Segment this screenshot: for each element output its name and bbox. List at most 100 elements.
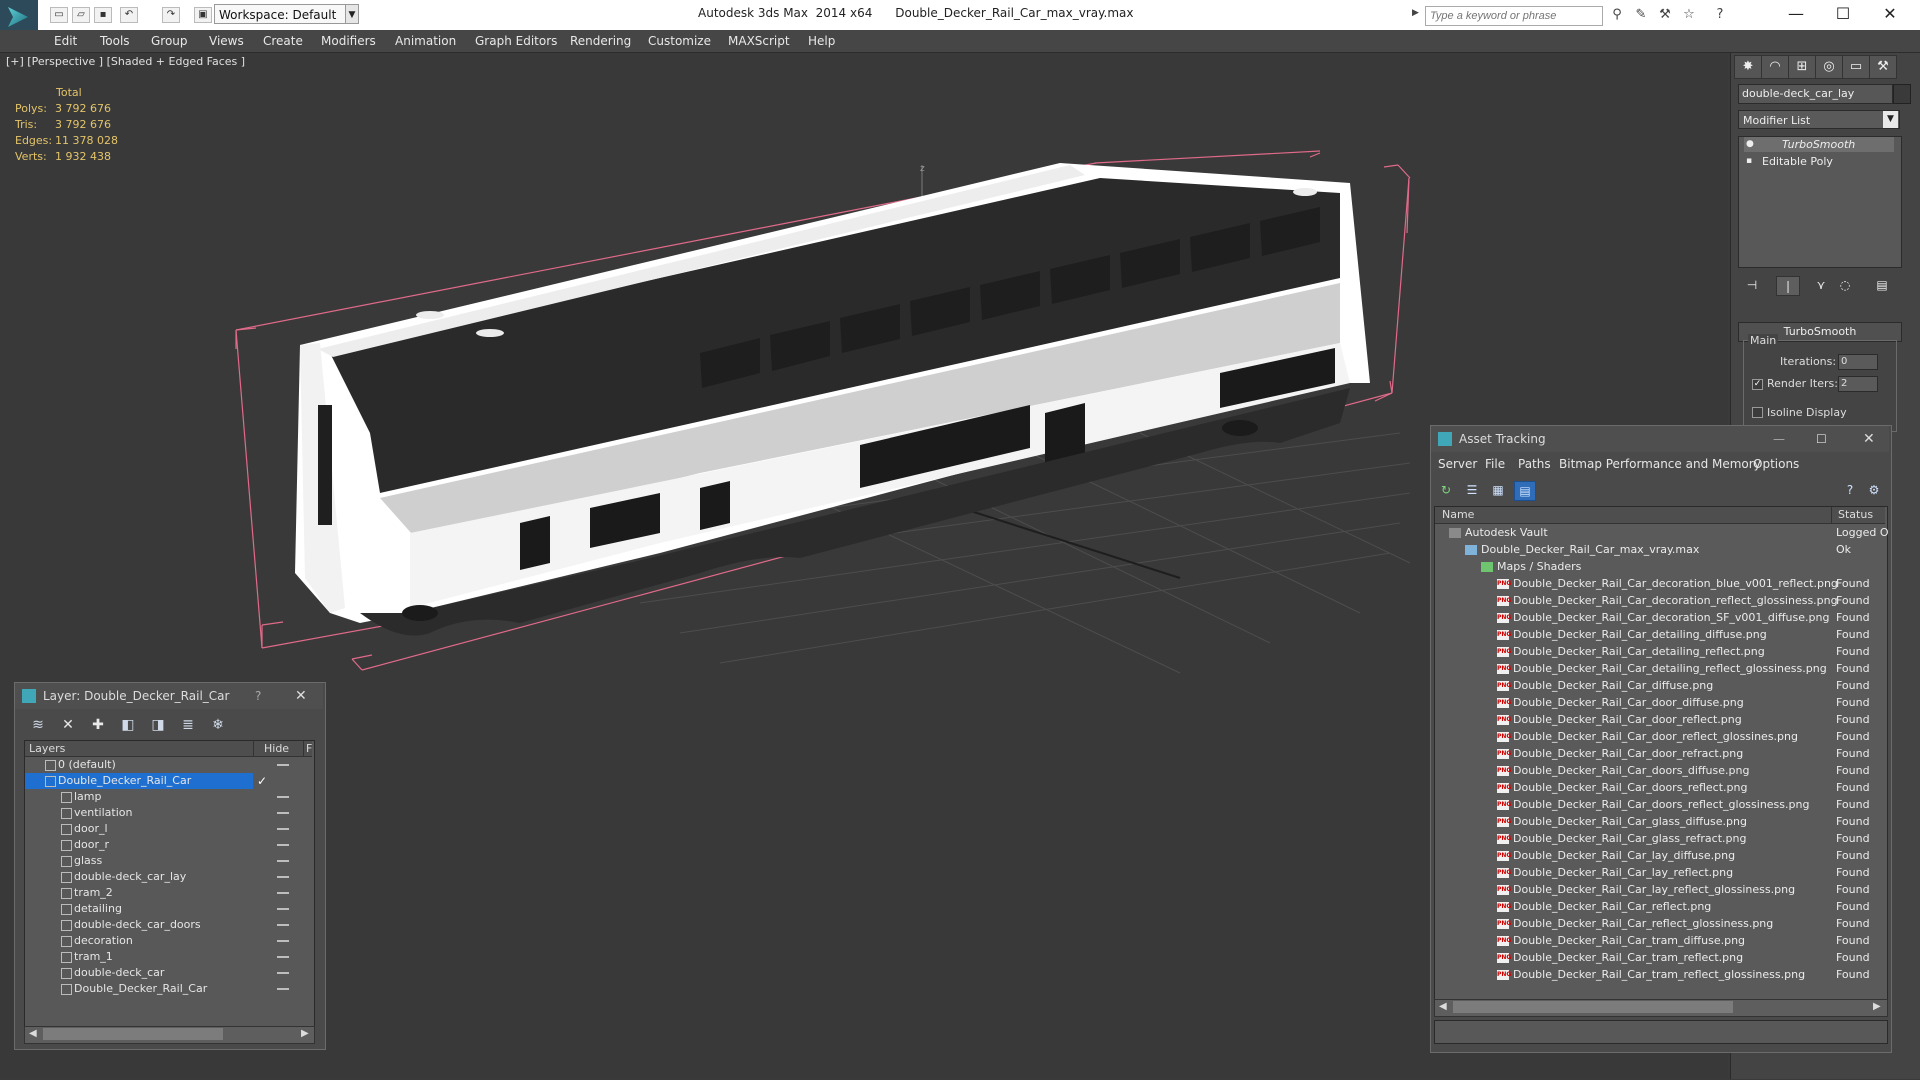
asset-row[interactable]: PNG Double_Decker_Rail_Car_reflect.png Fou… bbox=[1435, 898, 1885, 915]
asset-menu-paths[interactable]: Paths bbox=[1518, 457, 1551, 471]
add-to-layer-icon[interactable]: ✚ bbox=[87, 716, 109, 734]
layer-row[interactable]: double-deck_car bbox=[25, 965, 312, 981]
asset-row[interactable]: PNG Double_Decker_Rail_Car_lay_diffuse.pn… bbox=[1435, 847, 1885, 864]
chevron-down-icon[interactable]: ▼ bbox=[1883, 111, 1898, 128]
asset-menu-server[interactable]: Server bbox=[1438, 457, 1477, 471]
menu-maxscript[interactable]: MAXScript bbox=[728, 34, 790, 48]
iterations-spinner[interactable]: 0 bbox=[1838, 354, 1878, 370]
exchange-icon[interactable]: ⚒ bbox=[1657, 8, 1673, 22]
menu-create[interactable]: Create bbox=[263, 34, 303, 48]
freeze-all-layers-icon[interactable]: ❄ bbox=[207, 716, 229, 734]
create-tab-icon[interactable]: ✸ bbox=[1734, 55, 1762, 79]
layer-row[interactable]: Double_Decker_Rail_Car bbox=[25, 981, 312, 997]
menu-animation[interactable]: Animation bbox=[395, 34, 456, 48]
layer-row[interactable]: decoration bbox=[25, 933, 312, 949]
asset-row[interactable]: PNG Double_Decker_Rail_Car_lay_reflect_gl… bbox=[1435, 881, 1885, 898]
asset-row[interactable]: Double_Decker_Rail_Car_max_vray.max Ok bbox=[1435, 541, 1885, 558]
layer-row[interactable]: door_l bbox=[25, 821, 312, 837]
hide-toggle[interactable] bbox=[277, 956, 289, 958]
asset-row[interactable]: PNG Double_Decker_Rail_Car_doors_diffuse.… bbox=[1435, 762, 1885, 779]
undo-icon[interactable]: ↶ bbox=[120, 7, 138, 23]
modify-tab-icon[interactable]: ◠ bbox=[1761, 55, 1789, 79]
create-new-layer-icon[interactable]: ≋ bbox=[27, 716, 49, 734]
asset-path-field[interactable] bbox=[1434, 1020, 1888, 1044]
pin-stack-icon[interactable]: ⊣ bbox=[1741, 276, 1763, 294]
close-icon[interactable]: ✕ bbox=[295, 683, 307, 709]
scroll-left-icon[interactable]: ◀ bbox=[1439, 1001, 1447, 1012]
menu-graph-editors[interactable]: Graph Editors bbox=[475, 34, 557, 48]
asset-row[interactable]: PNG Double_Decker_Rail_Car_doors_reflect_… bbox=[1435, 796, 1885, 813]
menu-modifiers[interactable]: Modifiers bbox=[321, 34, 376, 48]
asset-tracking-title-bar[interactable]: Asset Tracking — ☐ ✕ bbox=[1431, 426, 1889, 452]
hierarchy-tab-icon[interactable]: ⊞ bbox=[1788, 55, 1816, 79]
menu-help[interactable]: Help bbox=[808, 34, 835, 48]
asset-row[interactable]: PNG Double_Decker_Rail_Car_door_reflect.p… bbox=[1435, 711, 1885, 728]
scroll-thumb[interactable] bbox=[43, 1028, 223, 1040]
stack-item-turbosmooth[interactable]: ● TurboSmooth bbox=[1744, 137, 1894, 152]
maximize-window-icon[interactable]: ☐ bbox=[1823, 2, 1863, 26]
hide-toggle[interactable] bbox=[277, 828, 289, 830]
layer-manager-title-bar[interactable]: Layer: Double_Decker_Rail_Car ? ✕ bbox=[15, 683, 323, 709]
col-hide[interactable]: Hide bbox=[253, 741, 289, 756]
chevron-down-icon[interactable]: ▼ bbox=[345, 4, 359, 24]
table-view-icon[interactable]: ▤ bbox=[1514, 481, 1536, 501]
col-freeze[interactable]: F bbox=[303, 741, 312, 756]
asset-row[interactable]: PNG Double_Decker_Rail_Car_door_refract.p… bbox=[1435, 745, 1885, 762]
col-name[interactable]: Name bbox=[1442, 507, 1474, 523]
scroll-left-icon[interactable]: ◀ bbox=[29, 1028, 37, 1039]
maximize-icon[interactable]: ☐ bbox=[1816, 426, 1827, 452]
col-status[interactable]: Status bbox=[1831, 507, 1873, 523]
scroll-right-icon[interactable]: ▶ bbox=[1873, 1001, 1881, 1012]
layer-row[interactable]: ventilation bbox=[25, 805, 312, 821]
asset-row[interactable]: PNG Double_Decker_Rail_Car_diffuse.png Fou… bbox=[1435, 677, 1885, 694]
binoculars-icon[interactable]: ⚲ bbox=[1609, 8, 1625, 22]
asset-row[interactable]: PNG Double_Decker_Rail_Car_reflect_glossi… bbox=[1435, 915, 1885, 932]
show-end-result-icon[interactable]: ❘ bbox=[1776, 276, 1800, 296]
asset-menu-options[interactable]: Options bbox=[1753, 457, 1799, 471]
asset-row[interactable]: PNG Double_Decker_Rail_Car_doors_reflect.… bbox=[1435, 779, 1885, 796]
expand-plus-icon[interactable]: ▪ bbox=[1746, 154, 1752, 169]
search-expand-icon[interactable]: ▶ bbox=[1412, 8, 1422, 22]
object-color-swatch[interactable] bbox=[1893, 84, 1911, 104]
asset-row[interactable]: PNG Double_Decker_Rail_Car_detailing_refl… bbox=[1435, 660, 1885, 677]
hide-toggle[interactable] bbox=[277, 764, 289, 766]
hide-toggle[interactable] bbox=[277, 908, 289, 910]
layer-row[interactable]: detailing bbox=[25, 901, 312, 917]
hide-toggle[interactable] bbox=[277, 796, 289, 798]
display-tab-icon[interactable]: ▭ bbox=[1842, 55, 1870, 79]
project-folder-icon[interactable]: ▣ bbox=[194, 7, 212, 23]
object-name-field[interactable]: double-deck_car_lay bbox=[1738, 84, 1893, 104]
favorites-star-icon[interactable]: ☆ bbox=[1681, 8, 1697, 22]
help-icon[interactable]: ? bbox=[1840, 481, 1860, 499]
asset-horizontal-scrollbar[interactable]: ◀ ▶ bbox=[1434, 999, 1888, 1017]
layer-row[interactable]: double-deck_car_lay bbox=[25, 869, 312, 885]
hide-all-layers-icon[interactable]: ≣ bbox=[177, 716, 199, 734]
workspace-dropdown[interactable]: Workspace: Default bbox=[214, 4, 356, 24]
search-input[interactable] bbox=[1425, 6, 1603, 26]
menu-rendering[interactable]: Rendering bbox=[570, 34, 631, 48]
menu-views[interactable]: Views bbox=[209, 34, 244, 48]
col-layers[interactable]: Layers bbox=[29, 741, 65, 756]
asset-row[interactable]: Maps / Shaders bbox=[1435, 558, 1885, 575]
asset-row[interactable]: PNG Double_Decker_Rail_Car_door_diffuse.p… bbox=[1435, 694, 1885, 711]
hide-toggle[interactable] bbox=[277, 844, 289, 846]
asset-row[interactable]: Autodesk Vault Logged O bbox=[1435, 524, 1889, 541]
scroll-thumb[interactable] bbox=[1453, 1001, 1733, 1013]
close-icon[interactable]: ✕ bbox=[1863, 426, 1875, 452]
settings-icon[interactable]: ⚙ bbox=[1864, 481, 1884, 499]
close-window-icon[interactable]: ✕ bbox=[1870, 2, 1910, 26]
asset-row[interactable]: PNG Double_Decker_Rail_Car_tram_diffuse.p… bbox=[1435, 932, 1885, 949]
communication-center-icon[interactable]: ✎ bbox=[1633, 8, 1649, 22]
asset-row[interactable]: PNG Double_Decker_Rail_Car_door_reflect_g… bbox=[1435, 728, 1885, 745]
current-layer-check-icon[interactable]: ✓ bbox=[257, 773, 267, 789]
remove-modifier-icon[interactable]: ◌ bbox=[1834, 276, 1856, 294]
layer-row[interactable]: Double_Decker_Rail_Car ✓ bbox=[25, 773, 267, 789]
utilities-tab-icon[interactable]: ⚒ bbox=[1869, 55, 1897, 79]
isoline-display-checkbox[interactable] bbox=[1752, 407, 1763, 418]
scroll-right-icon[interactable]: ▶ bbox=[301, 1028, 309, 1039]
asset-row[interactable]: PNG Double_Decker_Rail_Car_glass_diffuse.… bbox=[1435, 813, 1885, 830]
menu-group[interactable]: Group bbox=[151, 34, 188, 48]
stack-item-editable-poly[interactable]: ▪ Editable Poly bbox=[1744, 154, 1894, 169]
render-iters-spinner[interactable]: 2 bbox=[1838, 376, 1878, 392]
hide-toggle[interactable] bbox=[277, 812, 289, 814]
